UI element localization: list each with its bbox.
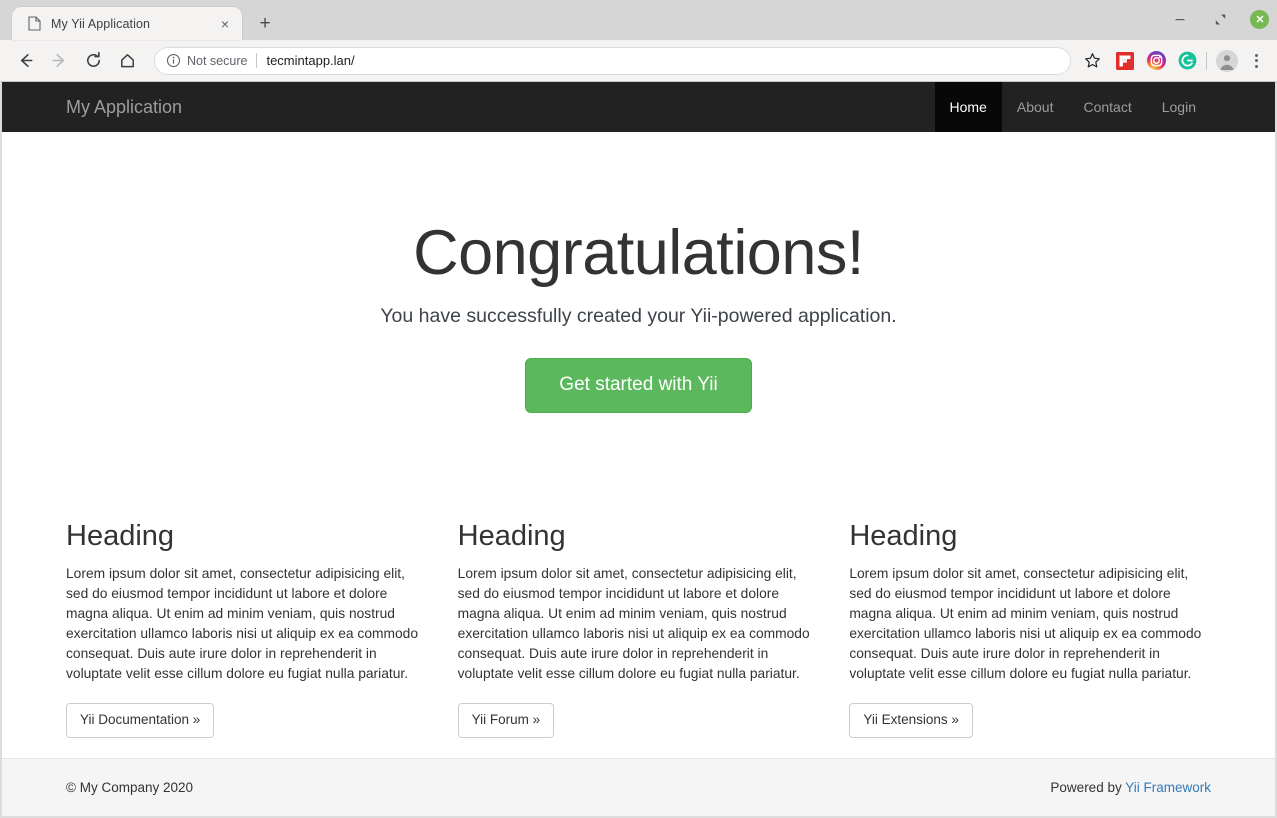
three-dot-menu-icon[interactable] bbox=[1244, 48, 1268, 74]
feature-column: Heading Lorem ipsum dolor sit amet, cons… bbox=[51, 519, 443, 738]
bookmark-star-icon[interactable] bbox=[1079, 48, 1105, 74]
site-navbar: My Application Home About Contact Login bbox=[2, 82, 1275, 132]
footer-powered-by: Powered by Yii Framework bbox=[1050, 780, 1211, 795]
column-text: Lorem ipsum dolor sit amet, consectetur … bbox=[457, 565, 810, 681]
omnibox-divider bbox=[256, 53, 258, 68]
avatar[interactable] bbox=[1216, 49, 1238, 72]
address-bar[interactable]: Not secure tecmintapp.lan/ bbox=[154, 46, 1071, 75]
page-title: Congratulations! bbox=[413, 218, 864, 288]
footer-powered-prefix: Powered by bbox=[1050, 780, 1126, 795]
feature-row: Heading Lorem ipsum dolor sit amet, cons… bbox=[51, 519, 1226, 738]
browser-tab[interactable]: My Yii Application × bbox=[12, 7, 242, 40]
yii-documentation-button[interactable]: Yii Documentation » bbox=[66, 702, 215, 738]
yii-extensions-button[interactable]: Yii Extensions » bbox=[849, 702, 973, 738]
navbar-nav: Home About Contact Login bbox=[934, 82, 1275, 132]
extension-icons bbox=[1115, 51, 1197, 71]
toolbar-divider bbox=[1206, 51, 1207, 70]
tab-strip: My Yii Application × + bbox=[0, 0, 1277, 40]
footer-copyright: © My Company 2020 bbox=[66, 780, 194, 795]
yii-framework-link[interactable]: Yii Framework bbox=[1125, 780, 1211, 795]
window-controls bbox=[1170, 9, 1269, 29]
browser-toolbar: Not secure tecmintapp.lan/ bbox=[0, 40, 1277, 82]
nav-link-home[interactable]: Home bbox=[934, 82, 1002, 132]
instagram-icon[interactable] bbox=[1146, 51, 1166, 71]
url-text: tecmintapp.lan/ bbox=[266, 53, 355, 68]
jumbotron: Congratulations! You have successfully c… bbox=[2, 132, 1275, 413]
tab-close-icon[interactable]: × bbox=[216, 15, 234, 33]
forward-icon[interactable] bbox=[44, 46, 74, 76]
column-heading: Heading bbox=[66, 519, 175, 552]
grammarly-icon[interactable] bbox=[1177, 51, 1197, 71]
home-icon[interactable] bbox=[112, 46, 142, 76]
yii-forum-button[interactable]: Yii Forum » bbox=[457, 702, 555, 738]
navbar-brand[interactable]: My Application bbox=[2, 82, 197, 132]
nav-link-contact[interactable]: Contact bbox=[1068, 82, 1146, 132]
back-icon[interactable] bbox=[10, 46, 40, 76]
column-text: Lorem ipsum dolor sit amet, consectetur … bbox=[66, 565, 418, 681]
column-heading: Heading bbox=[849, 519, 958, 552]
security-label: Not secure bbox=[187, 53, 248, 68]
new-tab-button[interactable]: + bbox=[251, 9, 279, 37]
column-heading: Heading bbox=[457, 519, 566, 552]
site-footer: © My Company 2020 Powered by Yii Framewo… bbox=[2, 758, 1275, 816]
page-viewport: My Application Home About Contact Login … bbox=[0, 82, 1277, 818]
get-started-button[interactable]: Get started with Yii bbox=[525, 358, 752, 413]
flipboard-icon[interactable] bbox=[1115, 51, 1135, 71]
window-maximize-button[interactable] bbox=[1210, 9, 1230, 29]
info-icon bbox=[166, 53, 181, 68]
window-close-button[interactable] bbox=[1250, 9, 1269, 29]
column-text: Lorem ipsum dolor sit amet, consectetur … bbox=[849, 565, 1202, 681]
nav-link-login[interactable]: Login bbox=[1147, 82, 1211, 132]
nav-link-about[interactable]: About bbox=[1002, 82, 1069, 132]
body-content: Heading Lorem ipsum dolor sit amet, cons… bbox=[2, 519, 1275, 738]
window-minimize-button[interactable] bbox=[1170, 9, 1190, 29]
security-chip[interactable]: Not secure bbox=[166, 53, 247, 68]
feature-column: Heading Lorem ipsum dolor sit amet, cons… bbox=[443, 519, 835, 738]
browser-window: My Yii Application × + Not secure tecmin… bbox=[0, 0, 1277, 818]
reload-icon[interactable] bbox=[78, 46, 108, 76]
page-lead: You have successfully created your Yii-p… bbox=[380, 305, 897, 328]
page-icon bbox=[26, 16, 42, 32]
tab-title: My Yii Application bbox=[51, 16, 151, 31]
feature-column: Heading Lorem ipsum dolor sit amet, cons… bbox=[834, 519, 1226, 738]
